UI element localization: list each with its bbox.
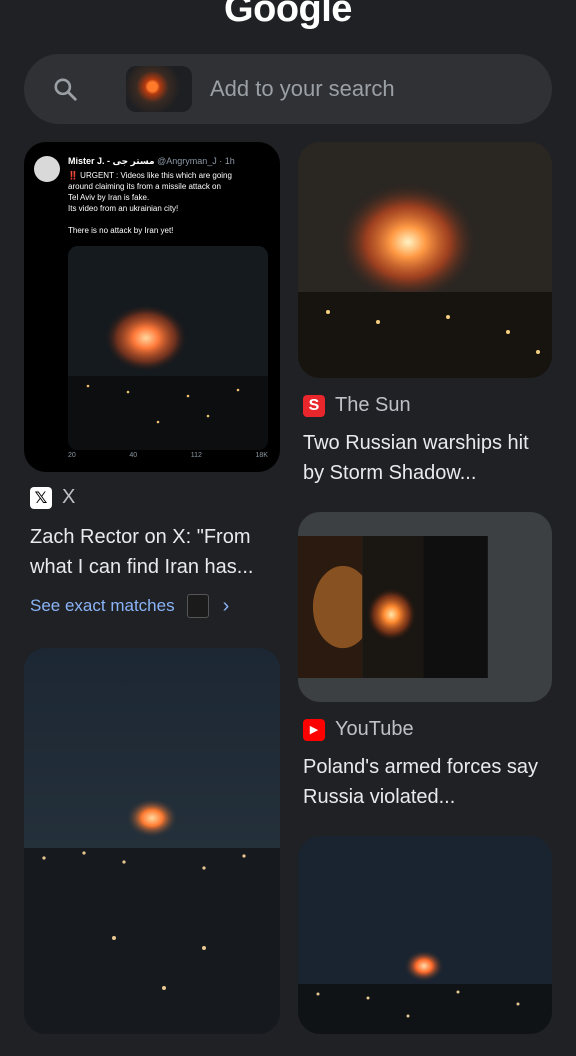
chevron-right-icon: › — [222, 594, 230, 617]
tweet-video — [68, 246, 268, 450]
search-placeholder[interactable]: Add to your search — [210, 76, 395, 102]
search-bar[interactable]: Add to your search — [24, 54, 552, 124]
match-thumbnail — [186, 594, 209, 618]
result-title-youtube[interactable]: Poland's armed forces say Russia violate… — [303, 752, 553, 812]
youtube-logo-icon: ▶ — [303, 718, 325, 741]
source-label: YouTube — [335, 718, 414, 740]
google-logo[interactable]: Google — [0, 0, 576, 31]
source-label: X — [62, 486, 76, 508]
query-image-thumbnail[interactable] — [126, 66, 192, 112]
result-image-the-sun[interactable] — [298, 142, 552, 378]
source-label: The Sun — [335, 394, 411, 416]
x-logo-icon: 𝕏 — [30, 486, 52, 509]
see-exact-matches-link[interactable]: See exact matches › — [30, 594, 229, 618]
result-image-youtube[interactable] — [298, 512, 552, 702]
result-image-x[interactable]: Mister J. - مستر جی @Angryman_J · 1h ‼️ … — [24, 142, 280, 472]
result-title-the-sun[interactable]: Two Russian warships hit by Storm Shadow… — [303, 428, 553, 488]
result-image-night-explosion[interactable] — [298, 836, 552, 1034]
the-sun-logo-icon: S — [303, 394, 325, 417]
avatar — [34, 156, 60, 182]
source-youtube[interactable]: ▶ YouTube — [303, 718, 414, 741]
result-title-x[interactable]: Zach Rector on X: "From what I can find … — [30, 522, 286, 582]
tweet-author: Mister J. - مستر جی @Angryman_J · 1h — [68, 156, 235, 166]
tweet-text: ‼️ URGENT : Videos like this which are g… — [68, 171, 232, 235]
source-the-sun[interactable]: S The Sun — [303, 394, 411, 417]
source-x[interactable]: 𝕏 X — [30, 486, 75, 509]
search-icon[interactable] — [52, 76, 78, 102]
tweet-actions: 20 40 112 18K — [68, 452, 268, 459]
result-image-night-city[interactable] — [24, 648, 280, 1034]
